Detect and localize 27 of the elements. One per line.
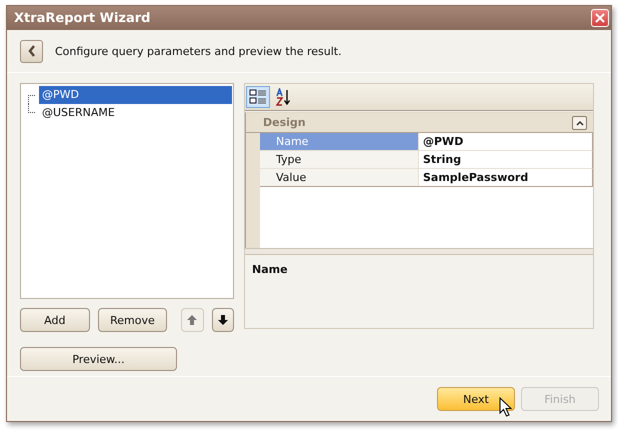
collapse-button[interactable]	[572, 116, 587, 130]
categorized-button[interactable]	[246, 86, 270, 108]
parameter-item[interactable]: @PWD	[39, 86, 232, 104]
property-value[interactable]: SamplePassword	[419, 169, 592, 186]
category-label: Design	[263, 116, 306, 129]
window-title: XtraReport Wizard	[14, 10, 150, 26]
up-arrow-icon	[187, 315, 198, 325]
close-icon	[595, 13, 605, 23]
header-text: Configure query parameters and preview the result.	[55, 44, 342, 58]
add-button[interactable]: Add	[20, 308, 90, 332]
description-title: Name	[252, 263, 288, 276]
move-down-button[interactable]	[212, 308, 234, 332]
property-name[interactable]: Value	[260, 169, 419, 186]
back-button[interactable]	[20, 40, 43, 62]
property-value[interactable]: @PWD	[419, 133, 592, 150]
categorized-icon	[249, 89, 267, 105]
chevron-up-icon	[576, 120, 584, 126]
close-button[interactable]	[591, 9, 609, 27]
parameter-item[interactable]: @USERNAME	[39, 104, 232, 122]
mouse-cursor-icon	[499, 397, 512, 417]
back-icon	[28, 45, 36, 57]
property-value[interactable]: String	[419, 151, 592, 168]
next-button[interactable]: Next	[437, 387, 515, 411]
remove-button[interactable]: Remove	[98, 308, 168, 332]
preview-button[interactable]: Preview...	[20, 347, 177, 371]
property-name[interactable]: Type	[260, 151, 419, 168]
down-arrow-icon	[218, 315, 228, 325]
